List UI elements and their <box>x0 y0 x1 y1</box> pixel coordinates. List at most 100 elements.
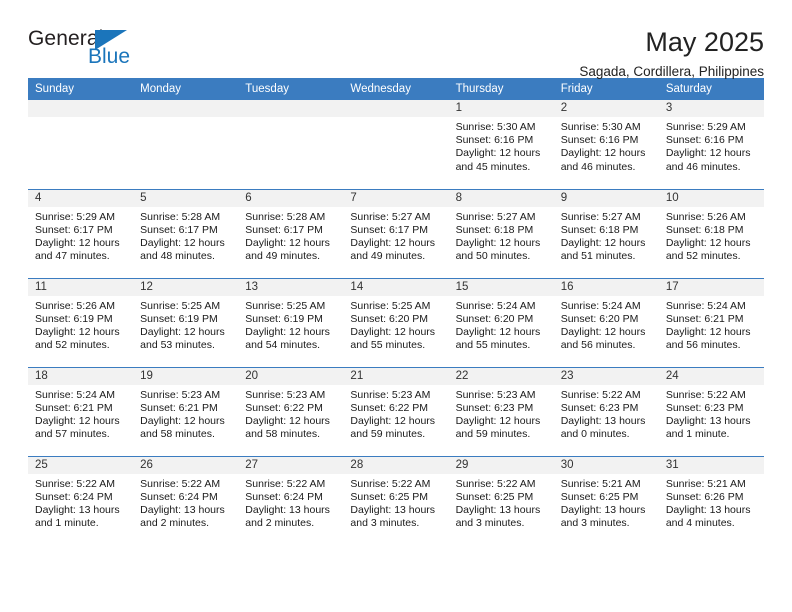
daylight-text-line1: Daylight: 13 hours <box>560 503 646 516</box>
day-details: Sunrise: 5:22 AM Sunset: 6:23 PM Daylight:… <box>554 385 659 442</box>
sunset-text: Sunset: 6:25 PM <box>455 490 534 503</box>
calendar-day-cell[interactable]: 1 Sunrise: 5:30 AM Sunset: 6:16 PM Daylight… <box>448 100 554 189</box>
sunrise-text: Sunrise: 5:22 AM <box>140 477 221 490</box>
weekday-header-saturday: Saturday <box>658 78 764 100</box>
sunset-text: Sunset: 6:17 PM <box>35 223 113 236</box>
calendar-day-cell[interactable]: 29 Sunrise: 5:22 AM Sunset: 6:25 PM Dayligh… <box>448 455 554 545</box>
sunset-text: Sunset: 6:20 PM <box>350 312 429 325</box>
daylight-text-line1: Daylight: 13 hours <box>245 503 330 516</box>
sunrise-text: Sunrise: 5:22 AM <box>350 477 431 490</box>
calendar-day-cell[interactable]: 3 Sunrise: 5:29 AM Sunset: 6:16 PM Daylight… <box>658 100 764 189</box>
day-details: Sunrise: 5:22 AM Sunset: 6:24 PM Daylight:… <box>238 474 343 531</box>
daylight-text-line2: and 45 minutes. <box>455 160 531 173</box>
sunset-text: Sunset: 6:19 PM <box>35 312 113 325</box>
sunrise-text: Sunrise: 5:27 AM <box>350 210 431 223</box>
sunrise-text: Sunrise: 5:24 AM <box>665 299 746 312</box>
day-details: Sunrise: 5:29 AM Sunset: 6:16 PM Daylight:… <box>659 117 764 174</box>
daylight-text-line1: Daylight: 13 hours <box>140 503 225 516</box>
daylight-text-line2: and 49 minutes. <box>245 250 320 263</box>
day-number: 21 <box>343 367 449 385</box>
calendar-day-cell[interactable]: 19 Sunrise: 5:23 AM Sunset: 6:21 PM Dayligh… <box>133 366 239 456</box>
day-details: Sunrise: 5:22 AM Sunset: 6:24 PM Daylight:… <box>28 474 133 531</box>
calendar-week-row: 4 Sunrise: 5:29 AM Sunset: 6:17 PM Daylight… <box>28 188 764 278</box>
calendar-day-cell[interactable]: 12 Sunrise: 5:25 AM Sunset: 6:19 PM Dayligh… <box>133 277 239 367</box>
sunset-text: Sunset: 6:21 PM <box>35 401 113 414</box>
sunrise-text: Sunrise: 5:29 AM <box>665 121 746 133</box>
calendar-day-cell[interactable]: 21 Sunrise: 5:23 AM Sunset: 6:22 PM Dayligh… <box>343 366 449 456</box>
calendar-day-cell[interactable]: 14 Sunrise: 5:25 AM Sunset: 6:20 PM Dayligh… <box>343 277 449 367</box>
day-details: Sunrise: 5:24 AM Sunset: 6:21 PM Daylight:… <box>28 385 133 442</box>
calendar-day-cell[interactable]: 20 Sunrise: 5:23 AM Sunset: 6:22 PM Dayligh… <box>238 366 344 456</box>
sunset-text: Sunset: 6:21 PM <box>665 312 744 325</box>
calendar-day-cell[interactable]: 9 Sunrise: 5:27 AM Sunset: 6:18 PM Daylight… <box>553 188 659 278</box>
daylight-text-line2: and 46 minutes. <box>665 160 741 173</box>
calendar-day-cell[interactable]: 5 Sunrise: 5:28 AM Sunset: 6:17 PM Daylight… <box>133 188 239 278</box>
calendar-day-cell[interactable]: 27 Sunrise: 5:22 AM Sunset: 6:24 PM Dayligh… <box>238 455 344 545</box>
sunrise-text: Sunrise: 5:30 AM <box>560 121 641 133</box>
general-blue-logo[interactable]: General Blue <box>28 28 138 72</box>
calendar-day-cell[interactable]: 11 Sunrise: 5:26 AM Sunset: 6:19 PM Dayligh… <box>28 277 134 367</box>
calendar-day-cell[interactable]: 31 Sunrise: 5:21 AM Sunset: 6:26 PM Dayligh… <box>658 455 764 545</box>
calendar-day-cell[interactable]: 17 Sunrise: 5:24 AM Sunset: 6:21 PM Dayligh… <box>658 277 764 367</box>
daylight-text-line1: Daylight: 12 hours <box>140 236 225 249</box>
daylight-text-line1: Daylight: 13 hours <box>665 503 751 516</box>
sunset-text: Sunset: 6:24 PM <box>140 490 218 503</box>
sunset-text: Sunset: 6:25 PM <box>560 490 639 503</box>
daylight-text-line2: and 1 minute. <box>35 517 99 530</box>
calendar-day-cell[interactable]: 25 Sunrise: 5:22 AM Sunset: 6:24 PM Dayligh… <box>28 455 134 545</box>
day-number <box>133 100 239 117</box>
sunset-text: Sunset: 6:19 PM <box>140 312 218 325</box>
day-number: 24 <box>658 367 764 385</box>
sunrise-text: Sunrise: 5:28 AM <box>140 210 221 223</box>
day-details: Sunrise: 5:28 AM Sunset: 6:17 PM Daylight:… <box>238 207 343 264</box>
day-details: Sunrise: 5:26 AM Sunset: 6:19 PM Daylight:… <box>28 296 133 353</box>
daylight-text-line2: and 46 minutes. <box>560 160 636 173</box>
sunrise-text: Sunrise: 5:30 AM <box>455 121 536 133</box>
calendar-day-cell[interactable]: 15 Sunrise: 5:24 AM Sunset: 6:20 PM Dayligh… <box>448 277 554 367</box>
day-details: Sunrise: 5:30 AM Sunset: 6:16 PM Daylight:… <box>554 117 659 174</box>
calendar-day-cell[interactable]: 30 Sunrise: 5:21 AM Sunset: 6:25 PM Dayligh… <box>553 455 659 545</box>
calendar-day-cell[interactable]: 24 Sunrise: 5:22 AM Sunset: 6:23 PM Dayligh… <box>658 366 764 456</box>
calendar-body: 1 Sunrise: 5:30 AM Sunset: 6:16 PM Daylight… <box>28 100 764 545</box>
daylight-text-line1: Daylight: 12 hours <box>350 414 436 427</box>
daylight-text-line1: Daylight: 13 hours <box>560 414 646 427</box>
daylight-text-line1: Daylight: 12 hours <box>350 325 436 338</box>
sunrise-text: Sunrise: 5:25 AM <box>245 299 326 312</box>
day-details: Sunrise: 5:24 AM Sunset: 6:20 PM Daylight:… <box>449 296 554 353</box>
daylight-text-line2: and 54 minutes. <box>245 339 320 352</box>
daylight-text-line2: and 52 minutes. <box>665 250 741 263</box>
day-number <box>343 100 449 117</box>
sunrise-text: Sunrise: 5:27 AM <box>560 210 641 223</box>
calendar-day-cell[interactable]: 10 Sunrise: 5:26 AM Sunset: 6:18 PM Dayligh… <box>658 188 764 278</box>
day-number: 6 <box>238 189 344 207</box>
calendar-day-cell[interactable]: 13 Sunrise: 5:25 AM Sunset: 6:19 PM Dayligh… <box>238 277 344 367</box>
sunrise-text: Sunrise: 5:21 AM <box>560 477 641 490</box>
calendar-week-row: 11 Sunrise: 5:26 AM Sunset: 6:19 PM Dayligh… <box>28 277 764 367</box>
calendar-day-cell[interactable]: 2 Sunrise: 5:30 AM Sunset: 6:16 PM Daylight… <box>553 100 659 189</box>
calendar-day-cell[interactable]: 16 Sunrise: 5:24 AM Sunset: 6:20 PM Dayligh… <box>553 277 659 367</box>
day-number: 4 <box>28 189 134 207</box>
day-number: 5 <box>133 189 239 207</box>
calendar-day-cell[interactable]: 8 Sunrise: 5:27 AM Sunset: 6:18 PM Daylight… <box>448 188 554 278</box>
day-details: Sunrise: 5:22 AM Sunset: 6:25 PM Daylight:… <box>343 474 448 531</box>
calendar-day-cell[interactable]: 7 Sunrise: 5:27 AM Sunset: 6:17 PM Daylight… <box>343 188 449 278</box>
daylight-text-line1: Daylight: 12 hours <box>455 414 541 427</box>
calendar-day-cell[interactable]: 28 Sunrise: 5:22 AM Sunset: 6:25 PM Dayligh… <box>343 455 449 545</box>
day-number: 2 <box>553 100 659 117</box>
calendar-day-cell[interactable]: 23 Sunrise: 5:22 AM Sunset: 6:23 PM Dayligh… <box>553 366 659 456</box>
calendar-week-row: 25 Sunrise: 5:22 AM Sunset: 6:24 PM Dayligh… <box>28 455 764 545</box>
day-number: 31 <box>658 456 764 474</box>
sunrise-text: Sunrise: 5:23 AM <box>245 388 326 401</box>
daylight-text-line2: and 53 minutes. <box>140 339 215 352</box>
calendar-day-cell[interactable]: 22 Sunrise: 5:23 AM Sunset: 6:23 PM Dayligh… <box>448 366 554 456</box>
day-details: Sunrise: 5:24 AM Sunset: 6:20 PM Daylight:… <box>554 296 659 353</box>
day-number: 7 <box>343 189 449 207</box>
sunrise-text: Sunrise: 5:22 AM <box>245 477 326 490</box>
calendar-day-cell[interactable]: 6 Sunrise: 5:28 AM Sunset: 6:17 PM Daylight… <box>238 188 344 278</box>
daylight-text-line2: and 59 minutes. <box>455 428 531 441</box>
calendar-day-cell[interactable]: 18 Sunrise: 5:24 AM Sunset: 6:21 PM Dayligh… <box>28 366 134 456</box>
calendar-day-cell[interactable]: 4 Sunrise: 5:29 AM Sunset: 6:17 PM Daylight… <box>28 188 134 278</box>
calendar-day-cell[interactable]: 26 Sunrise: 5:22 AM Sunset: 6:24 PM Dayligh… <box>133 455 239 545</box>
sunrise-text: Sunrise: 5:23 AM <box>455 388 536 401</box>
daylight-text-line2: and 48 minutes. <box>140 250 215 263</box>
